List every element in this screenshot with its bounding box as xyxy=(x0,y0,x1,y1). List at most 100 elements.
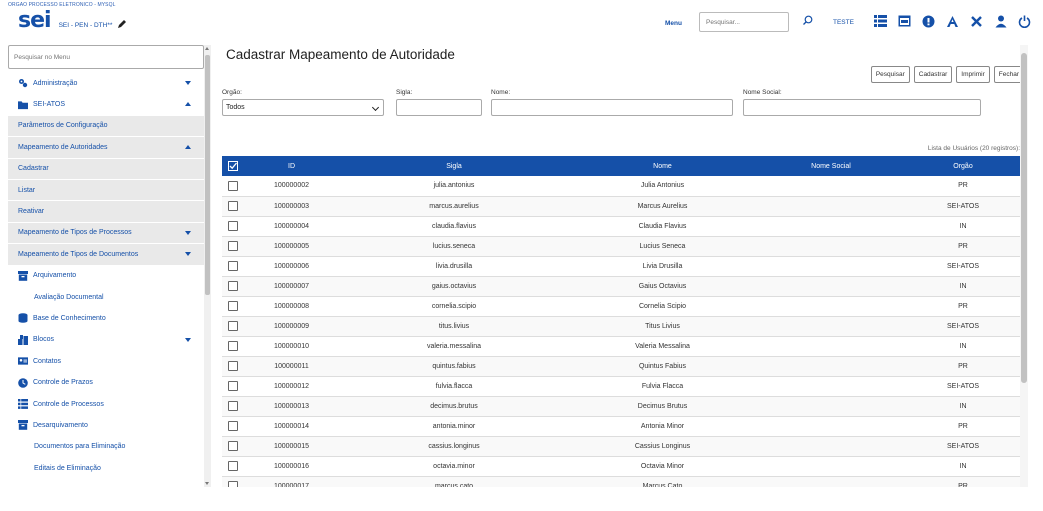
sidebar-search-input[interactable] xyxy=(8,45,204,69)
nome-input[interactable] xyxy=(491,99,733,116)
table-row[interactable]: 100000002 julia.antonius Julia Antonius PR xyxy=(222,176,1020,196)
table-row[interactable]: 100000011 quintus.fabius Quintus Fabius PR xyxy=(222,356,1020,376)
scroll-down-arrow[interactable] xyxy=(205,482,209,485)
row-select-cell[interactable] xyxy=(222,396,244,416)
table-row[interactable]: 100000015 cassius.longinus Cassius Longinu… xyxy=(222,436,1020,456)
sidebar-item-editais-de-eliminacao[interactable]: Editais de Eliminação xyxy=(8,458,204,480)
table-row[interactable]: 100000014 antonia.minor Antonia Minor PR xyxy=(222,416,1020,436)
sidebar-item-cadastrar[interactable]: Cadastrar xyxy=(8,158,204,180)
table-row[interactable]: 100000013 decimus.brutus Decimus Brutus IN xyxy=(222,396,1020,416)
sidebar-item-mapeamento-de-autoridades[interactable]: Mapeamento de Autoridades xyxy=(8,137,204,159)
pesquisar-button[interactable]: Pesquisar xyxy=(870,66,910,83)
caret-down-icon[interactable] xyxy=(185,81,191,85)
table-row[interactable]: 100000005 lucius.seneca Lucius Seneca PR xyxy=(222,236,1020,256)
row-checkbox[interactable] xyxy=(228,201,238,211)
user-icon[interactable] xyxy=(993,14,1008,29)
select-all-checkbox-icon[interactable] xyxy=(228,161,238,171)
sidebar-item-parametros-de-configuracao[interactable]: Parâmetros de Configuração xyxy=(8,115,204,138)
row-checkbox[interactable] xyxy=(228,481,238,487)
row-select-cell[interactable] xyxy=(222,176,244,196)
fechar-button[interactable]: Fechar xyxy=(993,66,1020,83)
current-unit[interactable]: TESTE xyxy=(833,19,854,26)
caret-down-icon[interactable] xyxy=(185,230,191,235)
row-checkbox[interactable] xyxy=(228,301,238,311)
column-header-sigla[interactable]: Sigla xyxy=(339,156,569,176)
sidebar-item-administracao[interactable]: Administração xyxy=(8,73,204,95)
caret-down-icon[interactable] xyxy=(185,337,191,342)
row-checkbox[interactable] xyxy=(228,241,238,251)
row-checkbox[interactable] xyxy=(228,461,238,471)
row-select-cell[interactable] xyxy=(222,376,244,396)
table-row[interactable]: 100000017 marcus.cato Marcus Cato PR xyxy=(222,476,1020,487)
table-row[interactable]: 100000007 gaius.octavius Gaius Octavius IN xyxy=(222,276,1020,296)
menu-toggle-link[interactable]: Menu xyxy=(665,20,682,27)
orgao-select[interactable]: Todos xyxy=(222,99,384,116)
row-checkbox[interactable] xyxy=(228,361,238,371)
column-header-nome[interactable]: Nome xyxy=(569,156,756,176)
table-row[interactable]: 100000010 valeria.messalina Valeria Messal… xyxy=(222,336,1020,356)
column-header-nome-social[interactable]: Nome Social xyxy=(756,156,906,176)
row-checkbox[interactable] xyxy=(228,421,238,431)
accessibility-icon[interactable] xyxy=(945,14,960,29)
main-scroll-thumb[interactable] xyxy=(1021,53,1027,383)
row-checkbox[interactable] xyxy=(228,281,238,291)
table-row[interactable]: 100000016 octavia.minor Octavia Minor IN xyxy=(222,456,1020,476)
sidebar-item-base-de-conhecimento[interactable]: Base de Conhecimento xyxy=(8,308,204,330)
row-select-cell[interactable] xyxy=(222,296,244,316)
table-row[interactable]: 100000006 livia.drusilla Livia Drusilla SEI… xyxy=(222,256,1020,276)
row-select-cell[interactable] xyxy=(222,456,244,476)
sidebar-item-blocos[interactable]: Blocos xyxy=(8,330,204,352)
sidebar-item-contatos[interactable]: Contatos xyxy=(8,351,204,373)
sidebar-item-avaliacao-documental[interactable]: Avaliação Documental xyxy=(8,287,204,309)
power-icon[interactable] xyxy=(1017,14,1032,29)
table-row[interactable]: 100000008 cornelia.scipio Cornelia Scipio P… xyxy=(222,296,1020,316)
row-select-cell[interactable] xyxy=(222,196,244,216)
sidebar-item-listar[interactable]: Listar xyxy=(8,179,204,202)
caret-up-icon[interactable] xyxy=(185,102,191,107)
imprimir-button[interactable]: Imprimir xyxy=(956,66,990,83)
row-select-cell[interactable] xyxy=(222,356,244,376)
sidebar-item-sei-atos[interactable]: SEI-ATOS xyxy=(8,94,204,116)
calendar-icon[interactable] xyxy=(897,14,912,29)
caret-down-icon[interactable] xyxy=(185,252,191,257)
sidebar-scroll-thumb[interactable] xyxy=(205,55,210,295)
row-select-cell[interactable] xyxy=(222,336,244,356)
sidebar-item-controle-de-prazos[interactable]: Controle de Prazos xyxy=(8,372,204,394)
column-header-id[interactable]: ID xyxy=(244,156,339,176)
row-select-cell[interactable] xyxy=(222,476,244,487)
row-select-cell[interactable] xyxy=(222,276,244,296)
table-row[interactable]: 100000003 marcus.aurelius Marcus Aurelius S… xyxy=(222,196,1020,216)
sidebar-item-desarquivamento[interactable]: Desarquivamento xyxy=(8,415,204,437)
header-search-input[interactable] xyxy=(699,12,789,32)
table-row[interactable]: 100000012 fulvia.flacca Fulvia Flacca SEI-A… xyxy=(222,376,1020,396)
row-select-cell[interactable] xyxy=(222,316,244,336)
row-checkbox[interactable] xyxy=(228,261,238,271)
cadastrar-button[interactable]: Cadastrar xyxy=(913,66,953,83)
sidebar-item-controle-de-processos[interactable]: Controle de Processos xyxy=(8,394,204,416)
row-select-cell[interactable] xyxy=(222,256,244,276)
sidebar-item-reativar[interactable]: Reativar xyxy=(8,201,204,223)
row-select-cell[interactable] xyxy=(222,436,244,456)
row-checkbox[interactable] xyxy=(228,341,238,351)
sidebar-item-documentos-para-eliminacao[interactable]: Documentos para Eliminação xyxy=(8,437,204,459)
sigla-input[interactable] xyxy=(396,99,482,116)
tools-icon[interactable] xyxy=(969,14,984,29)
row-select-cell[interactable] xyxy=(222,216,244,236)
row-checkbox[interactable] xyxy=(228,381,238,391)
row-checkbox[interactable] xyxy=(228,221,238,231)
sidebar-item-mapeamento-de-tipos-de-documentos[interactable]: Mapeamento de Tipos de Documentos xyxy=(8,244,204,266)
caret-up-icon[interactable] xyxy=(185,145,191,150)
row-checkbox[interactable] xyxy=(228,441,238,451)
select-all-cell[interactable] xyxy=(222,156,244,176)
sei-logo[interactable]: sei SEI - PEN - DTH** xyxy=(18,10,127,32)
scroll-up-arrow[interactable] xyxy=(205,47,209,50)
row-select-cell[interactable] xyxy=(222,416,244,436)
pencil-icon[interactable] xyxy=(117,19,127,29)
sidebar-item-arquivamento[interactable]: Arquivamento xyxy=(8,266,204,287)
column-header-orgao[interactable]: Orgão xyxy=(906,156,1020,176)
main-scrollbar[interactable] xyxy=(1020,45,1028,487)
row-checkbox[interactable] xyxy=(228,401,238,411)
table-row[interactable]: 100000009 titus.livius Titus Livius SEI-ATO… xyxy=(222,316,1020,336)
row-select-cell[interactable] xyxy=(222,236,244,256)
nome-social-input[interactable] xyxy=(743,99,981,116)
